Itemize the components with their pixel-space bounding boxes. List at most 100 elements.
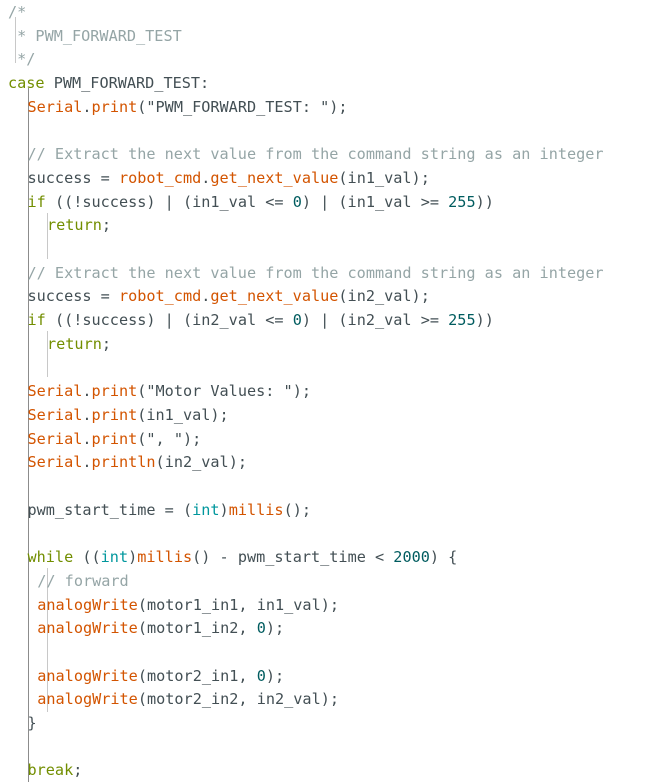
code-line: Serial.print(in1_val); [28,403,229,427]
code-line: /* [8,0,26,24]
code-line: Serial.print("PWM_FORWARD_TEST: "); [28,95,348,119]
code-token-num: 0 [292,192,302,211]
code-token-fn: get_next_value [210,168,339,187]
code-line: case PWM_FORWARD_TEST: [8,71,209,95]
code-token-tx: (in2_val); [155,453,247,472]
code-token-fn: robot_cmd [118,168,202,187]
code-line: * PWM_FORWARD_TEST [8,24,182,48]
code-token-num: 0 [292,311,302,330]
code-line: Serial.print("Motor Values: "); [28,379,311,403]
code-token-tx: ; [73,761,83,780]
code-line: analogWrite(motor2_in1, 0); [37,664,284,688]
code-token-ty: int [192,500,220,519]
code-token-ty: int [100,548,129,567]
code-token-tx: ); [265,666,285,685]
code-token-cm: // forward [37,571,129,590]
code-token-tx: (motor2_in1, [137,666,257,685]
code-token-tx: . [82,453,92,472]
code-token-tx: } [27,714,37,732]
code-token-num: 0 [256,666,266,685]
code-token-fn: millis [137,548,193,567]
code-token-tx: (motor1_in2, [137,619,257,638]
code-token-tx: . [82,429,92,448]
code-token-fn: Serial [27,382,83,401]
code-token-tx: ) [219,500,229,519]
code-token-tx: (( [73,548,101,567]
code-token-tx: )) [475,192,494,211]
code-token-fn: analogWrite [37,619,138,638]
code-line: // Extract the next value from the comma… [28,142,604,166]
code-line: if ((!success) | (in2_val <= 0) | (in2_v… [28,308,494,332]
code-token-fn: analogWrite [37,666,138,685]
code-token-tx: (); [283,500,311,519]
code-token-tx: (", "); [137,429,202,448]
code-token-fn: get_next_value [210,287,339,306]
code-token-tx: . [82,405,92,424]
code-line: while ((int)millis() - pwm_start_time < … [28,545,458,569]
code-line: analogWrite(motor1_in1, in1_val); [37,593,339,617]
code-token-tx: ) | (in1_val >= [301,192,449,211]
code-line: break; [28,758,83,782]
code-token-num: 2000 [393,548,430,567]
code-token-tx: (in1_val); [338,168,430,187]
code-token-kw: return [47,334,102,353]
code-token-fn: Serial [27,429,83,448]
code-token-tx: ; [101,216,112,235]
code-line: analogWrite(motor1_in2, 0); [37,616,284,640]
code-editor[interactable]: /* * PWM_FORWARD_TEST */ case PWM_FORWARD… [0,0,661,782]
code-line: success = robot_cmd.get_next_value(in2_v… [28,284,430,308]
code-token-num: 0 [256,619,266,638]
code-token-fn: Serial [27,97,83,116]
code-token-cm: * PWM_FORWARD_TEST [8,26,182,45]
code-token-tx: ) [128,548,138,567]
code-token-cm: /* [8,3,27,21]
code-token-cm: // Extract the next value from the comma… [27,145,604,164]
code-token-tx: (motor1_in1, in1_val); [137,595,340,614]
code-line: // Extract the next value from the comma… [28,261,604,285]
code-token-tx: (in2_val); [338,287,430,306]
code-token-kw: while [27,548,74,567]
code-line: return; [47,332,111,356]
code-token-fn: robot_cmd [118,287,202,306]
code-token-cm: // Extract the next value from the comma… [27,263,604,282]
code-token-fn: print [91,382,138,401]
code-token-tx: (in1_val); [137,405,229,424]
code-token-tx: ("Motor Values: "); [137,382,311,401]
code-line: Serial.print(", "); [28,427,202,451]
code-line: // forward [37,569,128,593]
code-line: } [28,711,37,735]
code-token-tx: ) | (in2_val >= [301,311,449,330]
code-token-tx: . [82,382,92,401]
code-line: Serial.println(in2_val); [28,450,247,474]
code-token-fn: Serial [27,405,83,424]
code-token-num: 255 [448,192,476,211]
code-token-kw: case [8,74,45,93]
code-line: pwm_start_time = (int)millis(); [28,498,312,522]
code-token-tx: () - pwm_start_time < [192,548,394,567]
code-line: return; [47,213,111,237]
code-token-tx: success = [27,168,119,187]
code-token-fn: print [91,97,138,116]
code-token-kw: return [47,216,102,235]
code-token-fn: millis [228,500,284,519]
code-token-tx: PWM_FORWARD_TEST: [44,74,210,93]
code-token-num: 255 [448,311,476,330]
code-token-fn: analogWrite [37,690,138,709]
code-line: if ((!success) | (in1_val <= 0) | (in1_v… [28,190,494,214]
code-token-fn: println [91,453,156,472]
code-token-fn: analogWrite [37,595,138,614]
code-token-tx: ) { [429,548,458,567]
code-token-fn: print [91,429,138,448]
code-token-tx: ("PWM_FORWARD_TEST: "); [137,97,348,116]
code-token-fn: Serial [27,453,83,472]
code-token-tx: )) [475,311,494,330]
code-line: success = robot_cmd.get_next_value(in1_v… [28,166,430,190]
code-token-cm: */ [8,50,36,69]
code-line: */ [8,47,35,71]
code-token-kw: if [27,311,46,330]
code-token-tx: ); [265,619,285,638]
code-token-tx: ; [101,334,112,353]
code-line: analogWrite(motor2_in2, in2_val); [37,687,339,711]
code-token-tx: success = [27,287,119,306]
code-token-tx: pwm_start_time = ( [27,500,193,519]
